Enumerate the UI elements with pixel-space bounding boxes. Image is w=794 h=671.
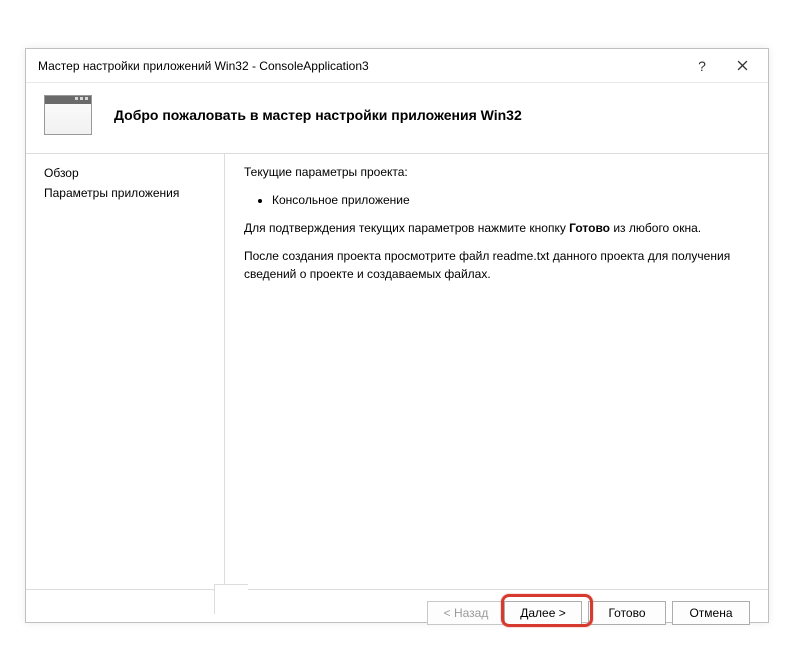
current-params-label: Текущие параметры проекта: (244, 163, 748, 181)
sidebar-item-app-settings[interactable]: Параметры приложения (44, 183, 218, 203)
next-button[interactable]: Далее > (504, 601, 582, 625)
after-create-text: После создания проекта просмотрите файл … (244, 247, 748, 283)
divider-horizontal (26, 153, 768, 154)
footer: < Назад Далее > Готово Отмена (26, 589, 768, 635)
close-icon (737, 60, 748, 71)
titlebar: Мастер настройки приложений Win32 - Cons… (26, 49, 768, 83)
body-section: Обзор Параметры приложения Текущие парам… (26, 153, 768, 589)
titlebar-controls: ? (692, 56, 760, 76)
sidebar-item-overview[interactable]: Обзор (44, 163, 218, 183)
finish-button[interactable]: Готово (588, 601, 666, 625)
cancel-button[interactable]: Отмена (672, 601, 750, 625)
nav-button-group: < Назад Далее > (427, 601, 582, 625)
close-button[interactable] (732, 56, 752, 76)
content-area: Текущие параметры проекта: Консольное пр… (224, 153, 768, 589)
params-list-item: Консольное приложение (272, 191, 748, 209)
header-section: Добро пожаловать в мастер настройки прил… (26, 83, 768, 153)
window-icon (44, 95, 92, 135)
sidebar: Обзор Параметры приложения (26, 153, 224, 589)
window-title: Мастер настройки приложений Win32 - Cons… (34, 59, 692, 73)
confirm-text: Для подтверждения текущих параметров наж… (244, 219, 748, 237)
help-button[interactable]: ? (692, 56, 712, 76)
footer-decor (214, 584, 248, 614)
divider-vertical (224, 153, 225, 589)
wizard-window: Мастер настройки приложений Win32 - Cons… (25, 48, 769, 623)
page-title: Добро пожаловать в мастер настройки прил… (114, 107, 522, 123)
params-list: Консольное приложение (244, 191, 748, 209)
back-button: < Назад (427, 601, 505, 625)
